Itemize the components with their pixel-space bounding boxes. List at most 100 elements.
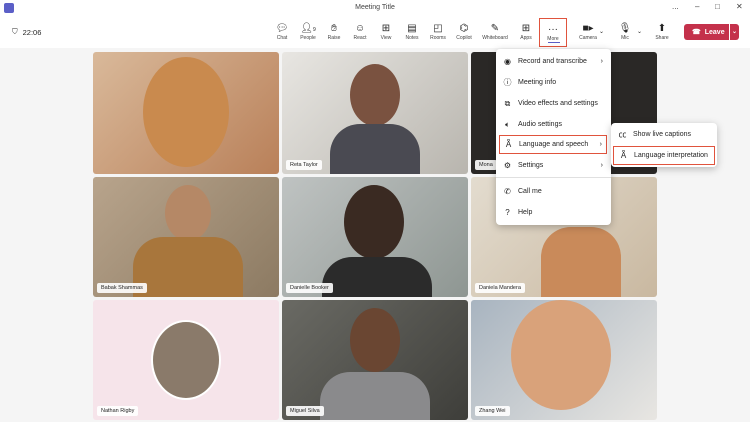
react-icon: ☺ [354,23,366,34]
label: Apps [520,35,532,41]
label: Copilot [456,35,472,41]
label: Mic [621,35,629,41]
participant-name: Babak Shammas [97,283,147,293]
mic-icon: 🎙︎ [618,23,632,34]
label: Raise [327,35,341,41]
menu-item-record[interactable]: ◉ Record and transcribe › [496,52,611,71]
share-icon: ⬆ [657,23,667,34]
title-bar: Meeting Title ... – □ ✕ [0,0,750,16]
camera-icon: ■▸ [582,23,594,34]
whiteboard-button[interactable]: ✎ Whiteboard [480,22,510,41]
menu-divider [496,177,611,178]
label: Help [518,209,533,216]
minimize-button[interactable]: – [695,2,699,11]
share-button[interactable]: ⬆ Share [648,22,676,41]
participant-name: Zhang Wei [475,406,510,416]
captions-icon: ㏄ [618,130,627,139]
info-icon: ⓘ [503,78,512,87]
menu-item-video-effects[interactable]: ⧉ Video effects and settings [496,94,611,113]
participant-tile[interactable]: Reta Taylor [282,52,468,174]
label: Settings [518,162,544,169]
raise-hand-icon: ✋︎ [331,23,337,34]
label: Share [655,35,669,41]
apps-icon: ⊞ [521,23,531,34]
participant-tile[interactable]: Zhang Wei [471,300,657,420]
notes-button[interactable]: ▤ Notes [398,22,426,41]
label: Camera [579,35,597,41]
label: Show live captions [633,131,691,138]
react-button[interactable]: ☺ React [346,22,374,41]
camera-options-chevron-icon[interactable]: ⌄ [599,28,604,35]
menu-item-help[interactable]: ? Help [496,203,611,222]
chevron-right-icon: › [599,141,602,148]
leave-button[interactable]: ☎ Leave ⌄ [684,24,739,40]
chat-button[interactable]: 💬︎ Chat [268,22,296,41]
more-menu: ◉ Record and transcribe › ⓘ Meeting info ⧉ V… [496,49,611,225]
label: Audio settings [518,121,562,128]
help-icon: ? [505,208,510,217]
phone-hangup-icon: ☎ [692,29,701,36]
participant-tile[interactable]: Danielle Booker [282,177,468,297]
apps-button[interactable]: ⊞ Apps [512,22,540,41]
label: Rooms [430,35,446,41]
label: Video effects and settings [518,100,598,107]
camera-button[interactable]: ■▸ Camera [574,22,602,41]
copilot-button[interactable]: ⌬ Copilot [450,22,478,41]
participant-name: Miguel Silva [286,406,324,416]
participant-name: Reta Taylor [286,160,322,170]
maximize-button[interactable]: □ [715,2,720,11]
video-effects-icon: ⧉ [504,98,511,108]
mic-options-chevron-icon[interactable]: ⌄ [637,28,642,35]
phone-icon: ✆ [504,187,511,196]
label: Meeting info [518,79,557,86]
label: Notes [405,35,419,41]
mic-button[interactable]: 🎙︎ Mic [611,22,639,41]
people-icon: 👤︎9 [300,23,316,34]
label: People [300,35,316,41]
label: Record and transcribe [518,58,587,65]
shield-icon: ⛉ [12,27,18,36]
chat-icon: 💬︎ [275,23,289,34]
people-button[interactable]: 👤︎9 People [294,22,322,41]
participant-name: Daniela Mandera [475,283,525,293]
gear-icon: ⚙ [503,161,512,170]
close-button[interactable]: ✕ [736,2,743,11]
label: View [380,35,392,41]
participant-name: Mona [475,160,497,170]
raise-button[interactable]: ✋︎ Raise [320,22,348,41]
chevron-right-icon: › [600,162,603,169]
view-icon: ⊞ [381,23,391,34]
language-icon: A͆ [620,151,627,160]
label: Chat [276,35,288,41]
chevron-right-icon: › [600,58,603,65]
language-submenu: ㏄ Show live captions A͆ Language interpret… [611,123,717,167]
window-more-button[interactable]: ... [672,2,679,11]
record-icon: ◉ [504,57,511,66]
leave-options-chevron-icon[interactable]: ⌄ [729,24,739,40]
label: Whiteboard [482,35,508,41]
menu-item-call-me[interactable]: ✆ Call me [496,182,611,201]
menu-item-meeting-info[interactable]: ⓘ Meeting info [496,73,611,92]
meeting-toolbar: ⛉ 22:06 💬︎ Chat 👤︎9 People ✋︎ Raise ☺ React ⊞… [0,16,750,48]
rooms-button[interactable]: ◰ Rooms [424,22,452,41]
participant-tile[interactable]: Nathan Rigby [93,300,279,420]
people-count: 9 [312,27,316,33]
menu-item-settings[interactable]: ⚙ Settings › [496,156,611,175]
more-button[interactable]: ··· More [539,18,567,47]
menu-item-live-captions[interactable]: ㏄ Show live captions [611,125,717,144]
participant-name: Danielle Booker [286,283,333,293]
notes-icon: ▤ [407,23,417,34]
participant-tile[interactable]: Babak Shammas [93,177,279,297]
menu-item-language-speech[interactable]: A͆ Language and speech › [499,135,607,154]
menu-item-audio-settings[interactable]: 🔈︎ Audio settings [496,115,611,134]
whiteboard-icon: ✎ [490,23,500,34]
participant-tile[interactable] [93,52,279,174]
menu-item-language-interpretation[interactable]: A͆ Language interpretation [613,146,715,165]
label: Call me [518,188,542,195]
participant-tile[interactable]: Miguel Silva [282,300,468,420]
window-title: Meeting Title [355,4,395,11]
label: Language interpretation [634,152,708,159]
timer-text: 22:06 [22,27,42,37]
view-button[interactable]: ⊞ View [372,22,400,41]
meeting-timer: ⛉ 22:06 [12,27,41,37]
